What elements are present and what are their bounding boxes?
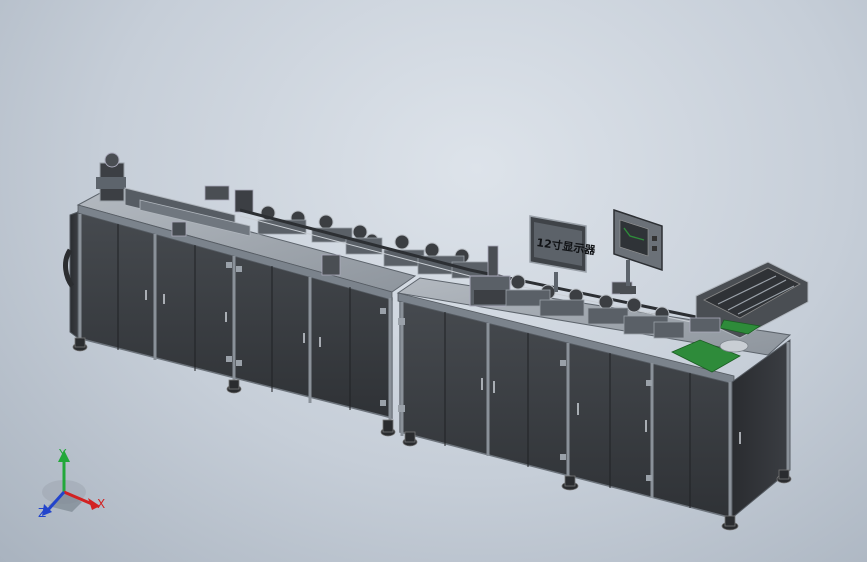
roller bbox=[394, 234, 410, 250]
left-cabinet-end bbox=[69, 211, 79, 339]
roller bbox=[318, 214, 334, 230]
display-monitor: 12寸显示器 bbox=[529, 215, 597, 292]
roller bbox=[510, 274, 526, 290]
roller bbox=[626, 297, 642, 313]
roller bbox=[598, 294, 614, 310]
axis-triad[interactable]: Y X Z bbox=[38, 447, 105, 520]
roller bbox=[352, 224, 368, 240]
right-cabinet-end bbox=[731, 339, 791, 520]
y-axis-label: Y bbox=[58, 447, 67, 461]
hmi-touch-panel bbox=[613, 208, 663, 294]
machine-model[interactable]: 12寸显示器 Y X Z bbox=[0, 0, 867, 562]
z-axis-label: Z bbox=[38, 506, 46, 520]
x-axis-label: X bbox=[97, 497, 105, 511]
cad-viewport[interactable]: 12寸显示器 Y X Z bbox=[0, 0, 867, 562]
roller bbox=[424, 242, 440, 258]
